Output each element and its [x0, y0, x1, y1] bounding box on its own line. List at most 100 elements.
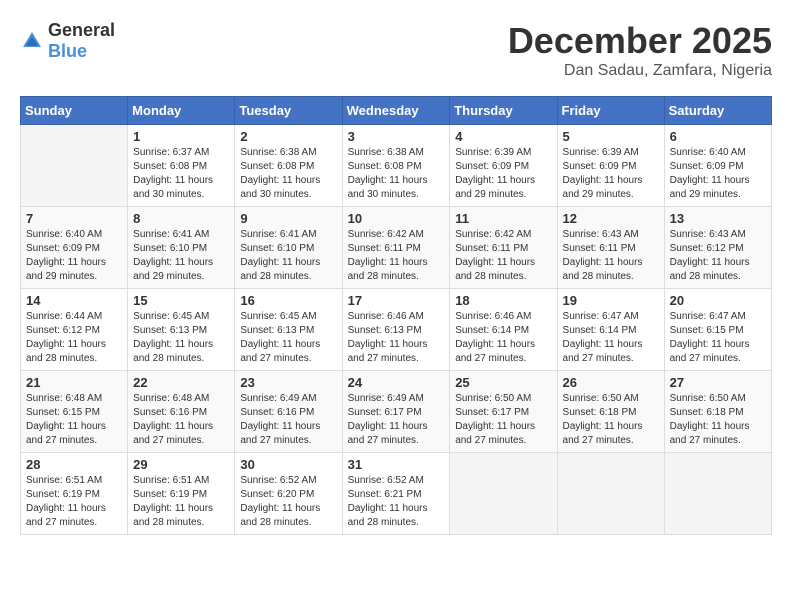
calendar-cell: 10 Sunrise: 6:42 AM Sunset: 6:11 PM Dayli…: [342, 207, 450, 289]
calendar-cell: 21 Sunrise: 6:48 AM Sunset: 6:15 PM Dayli…: [21, 371, 128, 453]
day-info: Sunrise: 6:50 AM Sunset: 6:17 PM Dayligh…: [455, 392, 551, 448]
day-info: Sunrise: 6:41 AM Sunset: 6:10 PM Dayligh…: [240, 228, 336, 284]
calendar-cell: 13 Sunrise: 6:43 AM Sunset: 6:12 PM Dayli…: [664, 207, 771, 289]
calendar-week-row: 7Sunrise: 6:40 AM Sunset: 6:09 PM Daylig…: [21, 207, 772, 289]
day-info: Sunrise: 6:38 AM Sunset: 6:08 PM Dayligh…: [348, 146, 445, 202]
day-number: 17: [348, 293, 445, 308]
calendar-cell: 16 Sunrise: 6:45 AM Sunset: 6:13 PM Dayli…: [235, 289, 342, 371]
day-number: 3: [348, 129, 445, 144]
calendar-cell: [450, 453, 557, 535]
day-number: 5: [563, 129, 659, 144]
weekday-header: Friday: [557, 97, 664, 125]
day-number: 31: [348, 457, 445, 472]
day-number: 19: [563, 293, 659, 308]
calendar-cell: 4 Sunrise: 6:39 AM Sunset: 6:09 PM Daylig…: [450, 125, 557, 207]
weekday-header: Wednesday: [342, 97, 450, 125]
day-number: 29: [133, 457, 229, 472]
calendar-cell: 14 Sunrise: 6:44 AM Sunset: 6:12 PM Dayli…: [21, 289, 128, 371]
calendar-cell: 17 Sunrise: 6:46 AM Sunset: 6:13 PM Dayli…: [342, 289, 450, 371]
logo: General Blue: [20, 20, 115, 62]
day-info: Sunrise: 6:46 AM Sunset: 6:14 PM Dayligh…: [455, 310, 551, 366]
day-number: 21: [26, 375, 122, 390]
weekday-header: Thursday: [450, 97, 557, 125]
day-number: 18: [455, 293, 551, 308]
calendar-week-row: 1 Sunrise: 6:37 AM Sunset: 6:08 PM Daylig…: [21, 125, 772, 207]
calendar-cell: 28Sunrise: 6:51 AM Sunset: 6:19 PM Dayli…: [21, 453, 128, 535]
calendar-week-row: 14 Sunrise: 6:44 AM Sunset: 6:12 PM Dayli…: [21, 289, 772, 371]
day-info: Sunrise: 6:39 AM Sunset: 6:09 PM Dayligh…: [455, 146, 551, 202]
day-info: Sunrise: 6:44 AM Sunset: 6:12 PM Dayligh…: [26, 310, 122, 366]
calendar-header-row: SundayMondayTuesdayWednesdayThursdayFrid…: [21, 97, 772, 125]
calendar-cell: 1 Sunrise: 6:37 AM Sunset: 6:08 PM Daylig…: [128, 125, 235, 207]
day-info: Sunrise: 6:47 AM Sunset: 6:14 PM Dayligh…: [563, 310, 659, 366]
day-info: Sunrise: 6:52 AM Sunset: 6:21 PM Dayligh…: [348, 474, 445, 530]
day-info: Sunrise: 6:37 AM Sunset: 6:08 PM Dayligh…: [133, 146, 229, 202]
calendar-cell: 15 Sunrise: 6:45 AM Sunset: 6:13 PM Dayli…: [128, 289, 235, 371]
weekday-header: Tuesday: [235, 97, 342, 125]
calendar-cell: [557, 453, 664, 535]
day-info: Sunrise: 6:42 AM Sunset: 6:11 PM Dayligh…: [348, 228, 445, 284]
day-number: 8: [133, 211, 229, 226]
calendar-cell: 22 Sunrise: 6:48 AM Sunset: 6:16 PM Dayli…: [128, 371, 235, 453]
day-info: Sunrise: 6:43 AM Sunset: 6:11 PM Dayligh…: [563, 228, 659, 284]
calendar-cell: 8Sunrise: 6:41 AM Sunset: 6:10 PM Daylig…: [128, 207, 235, 289]
calendar-week-row: 28Sunrise: 6:51 AM Sunset: 6:19 PM Dayli…: [21, 453, 772, 535]
calendar-cell: 11 Sunrise: 6:42 AM Sunset: 6:11 PM Dayli…: [450, 207, 557, 289]
location-text: Dan Sadau, Zamfara, Nigeria: [508, 62, 772, 80]
day-number: 12: [563, 211, 659, 226]
day-number: 4: [455, 129, 551, 144]
day-info: Sunrise: 6:43 AM Sunset: 6:12 PM Dayligh…: [670, 228, 766, 284]
day-info: Sunrise: 6:50 AM Sunset: 6:18 PM Dayligh…: [670, 392, 766, 448]
day-number: 23: [240, 375, 336, 390]
day-number: 6: [670, 129, 766, 144]
day-info: Sunrise: 6:42 AM Sunset: 6:11 PM Dayligh…: [455, 228, 551, 284]
day-info: Sunrise: 6:52 AM Sunset: 6:20 PM Dayligh…: [240, 474, 336, 530]
day-number: 20: [670, 293, 766, 308]
calendar-cell: 23 Sunrise: 6:49 AM Sunset: 6:16 PM Dayli…: [235, 371, 342, 453]
calendar-cell: 6 Sunrise: 6:40 AM Sunset: 6:09 PM Daylig…: [664, 125, 771, 207]
calendar-cell: 19 Sunrise: 6:47 AM Sunset: 6:14 PM Dayli…: [557, 289, 664, 371]
day-info: Sunrise: 6:40 AM Sunset: 6:09 PM Dayligh…: [670, 146, 766, 202]
day-number: 27: [670, 375, 766, 390]
day-number: 14: [26, 293, 122, 308]
day-number: 10: [348, 211, 445, 226]
day-number: 28: [26, 457, 122, 472]
day-number: 2: [240, 129, 336, 144]
day-info: Sunrise: 6:40 AM Sunset: 6:09 PM Dayligh…: [26, 228, 122, 284]
day-number: 15: [133, 293, 229, 308]
day-info: Sunrise: 6:39 AM Sunset: 6:09 PM Dayligh…: [563, 146, 659, 202]
day-number: 16: [240, 293, 336, 308]
calendar-cell: 12 Sunrise: 6:43 AM Sunset: 6:11 PM Dayli…: [557, 207, 664, 289]
weekday-header: Sunday: [21, 97, 128, 125]
title-area: December 2025 Dan Sadau, Zamfara, Nigeri…: [508, 20, 772, 80]
day-info: Sunrise: 6:49 AM Sunset: 6:16 PM Dayligh…: [240, 392, 336, 448]
calendar-cell: 3 Sunrise: 6:38 AM Sunset: 6:08 PM Daylig…: [342, 125, 450, 207]
calendar-cell: 29Sunrise: 6:51 AM Sunset: 6:19 PM Dayli…: [128, 453, 235, 535]
day-number: 25: [455, 375, 551, 390]
calendar-cell: 5 Sunrise: 6:39 AM Sunset: 6:09 PM Daylig…: [557, 125, 664, 207]
day-number: 22: [133, 375, 229, 390]
logo-general-text: General: [48, 20, 115, 40]
calendar-cell: 7Sunrise: 6:40 AM Sunset: 6:09 PM Daylig…: [21, 207, 128, 289]
day-info: Sunrise: 6:46 AM Sunset: 6:13 PM Dayligh…: [348, 310, 445, 366]
day-info: Sunrise: 6:49 AM Sunset: 6:17 PM Dayligh…: [348, 392, 445, 448]
day-number: 13: [670, 211, 766, 226]
day-info: Sunrise: 6:50 AM Sunset: 6:18 PM Dayligh…: [563, 392, 659, 448]
day-info: Sunrise: 6:45 AM Sunset: 6:13 PM Dayligh…: [133, 310, 229, 366]
day-number: 1: [133, 129, 229, 144]
calendar-cell: 2 Sunrise: 6:38 AM Sunset: 6:08 PM Daylig…: [235, 125, 342, 207]
calendar-cell: 31 Sunrise: 6:52 AM Sunset: 6:21 PM Dayli…: [342, 453, 450, 535]
day-info: Sunrise: 6:48 AM Sunset: 6:16 PM Dayligh…: [133, 392, 229, 448]
calendar-cell: 20Sunrise: 6:47 AM Sunset: 6:15 PM Dayli…: [664, 289, 771, 371]
day-info: Sunrise: 6:48 AM Sunset: 6:15 PM Dayligh…: [26, 392, 122, 448]
logo-blue-text: Blue: [48, 41, 87, 61]
calendar-cell: 18 Sunrise: 6:46 AM Sunset: 6:14 PM Dayli…: [450, 289, 557, 371]
day-number: 30: [240, 457, 336, 472]
day-number: 11: [455, 211, 551, 226]
day-info: Sunrise: 6:45 AM Sunset: 6:13 PM Dayligh…: [240, 310, 336, 366]
calendar-week-row: 21 Sunrise: 6:48 AM Sunset: 6:15 PM Dayli…: [21, 371, 772, 453]
calendar-cell: 26Sunrise: 6:50 AM Sunset: 6:18 PM Dayli…: [557, 371, 664, 453]
calendar-cell: 25 Sunrise: 6:50 AM Sunset: 6:17 PM Dayli…: [450, 371, 557, 453]
calendar-table: SundayMondayTuesdayWednesdayThursdayFrid…: [20, 96, 772, 535]
day-info: Sunrise: 6:38 AM Sunset: 6:08 PM Dayligh…: [240, 146, 336, 202]
